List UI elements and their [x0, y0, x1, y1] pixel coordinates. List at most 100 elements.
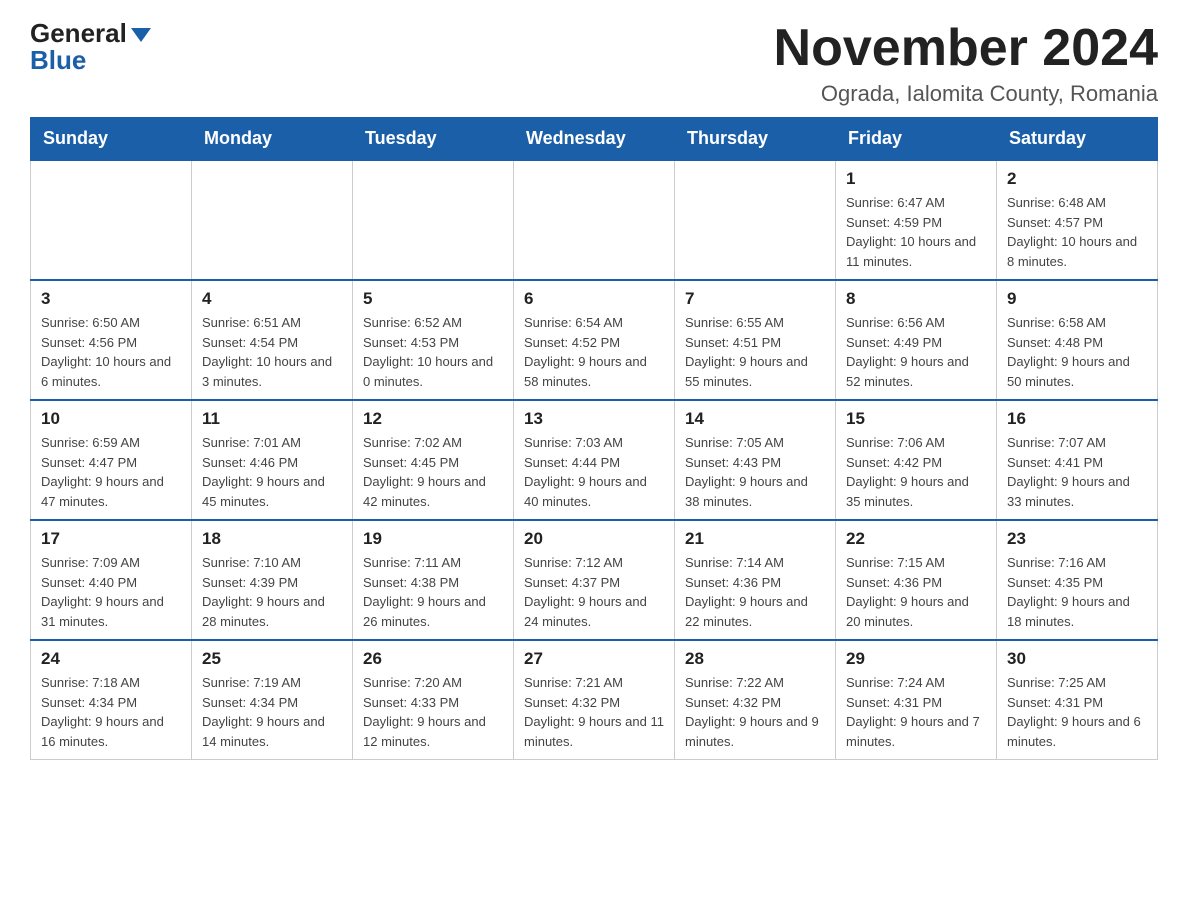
day-number: 7	[685, 289, 825, 309]
day-number: 9	[1007, 289, 1147, 309]
table-row: 27 Sunrise: 7:21 AM Sunset: 4:32 PM Dayli…	[514, 640, 675, 760]
day-number: 2	[1007, 169, 1147, 189]
day-number: 4	[202, 289, 342, 309]
day-info: Sunrise: 7:11 AM Sunset: 4:38 PM Dayligh…	[363, 553, 503, 631]
day-info: Sunrise: 6:55 AM Sunset: 4:51 PM Dayligh…	[685, 313, 825, 391]
table-row	[31, 160, 192, 280]
col-monday: Monday	[192, 118, 353, 161]
table-row: 9 Sunrise: 6:58 AM Sunset: 4:48 PM Daylig…	[997, 280, 1158, 400]
table-row: 2 Sunrise: 6:48 AM Sunset: 4:57 PM Daylig…	[997, 160, 1158, 280]
calendar-header-row: Sunday Monday Tuesday Wednesday Thursday…	[31, 118, 1158, 161]
day-number: 8	[846, 289, 986, 309]
table-row: 3Sunrise: 6:50 AM Sunset: 4:56 PM Daylig…	[31, 280, 192, 400]
table-row: 14 Sunrise: 7:05 AM Sunset: 4:43 PM Dayli…	[675, 400, 836, 520]
day-info: Sunrise: 7:18 AM Sunset: 4:34 PM Dayligh…	[41, 673, 181, 751]
table-row: 10 Sunrise: 6:59 AM Sunset: 4:47 PM Dayli…	[31, 400, 192, 520]
day-number: 12	[363, 409, 503, 429]
day-info: Sunrise: 6:51 AM Sunset: 4:54 PM Dayligh…	[202, 313, 342, 391]
day-number: 24	[41, 649, 181, 669]
col-thursday: Thursday	[675, 118, 836, 161]
table-row	[192, 160, 353, 280]
day-info: Sunrise: 7:05 AM Sunset: 4:43 PM Dayligh…	[685, 433, 825, 511]
day-info: Sunrise: 7:16 AM Sunset: 4:35 PM Dayligh…	[1007, 553, 1147, 631]
day-info: Sunrise: 7:21 AM Sunset: 4:32 PM Dayligh…	[524, 673, 664, 751]
calendar-week-row: 10 Sunrise: 6:59 AM Sunset: 4:47 PM Dayli…	[31, 400, 1158, 520]
day-info: Sunrise: 6:48 AM Sunset: 4:57 PM Dayligh…	[1007, 193, 1147, 271]
day-info: Sunrise: 7:07 AM Sunset: 4:41 PM Dayligh…	[1007, 433, 1147, 511]
table-row: 22 Sunrise: 7:15 AM Sunset: 4:36 PM Dayli…	[836, 520, 997, 640]
col-wednesday: Wednesday	[514, 118, 675, 161]
table-row: 21 Sunrise: 7:14 AM Sunset: 4:36 PM Dayli…	[675, 520, 836, 640]
day-info: Sunrise: 6:47 AM Sunset: 4:59 PM Dayligh…	[846, 193, 986, 271]
day-info: Sunrise: 7:19 AM Sunset: 4:34 PM Dayligh…	[202, 673, 342, 751]
day-number: 26	[363, 649, 503, 669]
table-row: 29 Sunrise: 7:24 AM Sunset: 4:31 PM Dayli…	[836, 640, 997, 760]
calendar-week-row: 1 Sunrise: 6:47 AM Sunset: 4:59 PM Daylig…	[31, 160, 1158, 280]
table-row: 8 Sunrise: 6:56 AM Sunset: 4:49 PM Daylig…	[836, 280, 997, 400]
logo-blue: Blue	[30, 45, 86, 75]
day-info: Sunrise: 7:03 AM Sunset: 4:44 PM Dayligh…	[524, 433, 664, 511]
day-info: Sunrise: 7:01 AM Sunset: 4:46 PM Dayligh…	[202, 433, 342, 511]
day-info: Sunrise: 7:09 AM Sunset: 4:40 PM Dayligh…	[41, 553, 181, 631]
title-block: November 2024 Ograda, Ialomita County, R…	[774, 20, 1158, 107]
day-info: Sunrise: 7:02 AM Sunset: 4:45 PM Dayligh…	[363, 433, 503, 511]
day-number: 6	[524, 289, 664, 309]
day-number: 17	[41, 529, 181, 549]
day-info: Sunrise: 6:56 AM Sunset: 4:49 PM Dayligh…	[846, 313, 986, 391]
day-info: Sunrise: 6:54 AM Sunset: 4:52 PM Dayligh…	[524, 313, 664, 391]
table-row: 13 Sunrise: 7:03 AM Sunset: 4:44 PM Dayli…	[514, 400, 675, 520]
day-info: Sunrise: 7:24 AM Sunset: 4:31 PM Dayligh…	[846, 673, 986, 751]
logo-general: General	[30, 18, 151, 48]
day-info: Sunrise: 6:52 AM Sunset: 4:53 PM Dayligh…	[363, 313, 503, 391]
day-number: 23	[1007, 529, 1147, 549]
col-saturday: Saturday	[997, 118, 1158, 161]
table-row: 25Sunrise: 7:19 AM Sunset: 4:34 PM Dayli…	[192, 640, 353, 760]
logo-text: General	[30, 20, 151, 47]
day-number: 15	[846, 409, 986, 429]
day-info: Sunrise: 6:58 AM Sunset: 4:48 PM Dayligh…	[1007, 313, 1147, 391]
day-info: Sunrise: 7:22 AM Sunset: 4:32 PM Dayligh…	[685, 673, 825, 751]
table-row: 11Sunrise: 7:01 AM Sunset: 4:46 PM Dayli…	[192, 400, 353, 520]
logo-triangle-icon	[131, 28, 151, 42]
day-info: Sunrise: 7:15 AM Sunset: 4:36 PM Dayligh…	[846, 553, 986, 631]
col-friday: Friday	[836, 118, 997, 161]
logo: General Blue	[30, 20, 151, 74]
page-header: General Blue November 2024 Ograda, Ialom…	[30, 20, 1158, 107]
day-info: Sunrise: 7:12 AM Sunset: 4:37 PM Dayligh…	[524, 553, 664, 631]
col-tuesday: Tuesday	[353, 118, 514, 161]
logo-blue-text: Blue	[30, 47, 86, 74]
day-info: Sunrise: 7:14 AM Sunset: 4:36 PM Dayligh…	[685, 553, 825, 631]
day-info: Sunrise: 7:10 AM Sunset: 4:39 PM Dayligh…	[202, 553, 342, 631]
day-number: 22	[846, 529, 986, 549]
table-row: 6 Sunrise: 6:54 AM Sunset: 4:52 PM Daylig…	[514, 280, 675, 400]
table-row	[675, 160, 836, 280]
table-row: 7 Sunrise: 6:55 AM Sunset: 4:51 PM Daylig…	[675, 280, 836, 400]
location-subtitle: Ograda, Ialomita County, Romania	[774, 81, 1158, 107]
day-number: 28	[685, 649, 825, 669]
table-row: 12 Sunrise: 7:02 AM Sunset: 4:45 PM Dayli…	[353, 400, 514, 520]
table-row: 5Sunrise: 6:52 AM Sunset: 4:53 PM Daylig…	[353, 280, 514, 400]
day-info: Sunrise: 6:59 AM Sunset: 4:47 PM Dayligh…	[41, 433, 181, 511]
day-number: 27	[524, 649, 664, 669]
table-row: 4 Sunrise: 6:51 AM Sunset: 4:54 PM Daylig…	[192, 280, 353, 400]
day-number: 29	[846, 649, 986, 669]
day-info: Sunrise: 7:20 AM Sunset: 4:33 PM Dayligh…	[363, 673, 503, 751]
calendar-table: Sunday Monday Tuesday Wednesday Thursday…	[30, 117, 1158, 760]
day-info: Sunrise: 6:50 AM Sunset: 4:56 PM Dayligh…	[41, 313, 181, 391]
table-row: 20 Sunrise: 7:12 AM Sunset: 4:37 PM Dayli…	[514, 520, 675, 640]
day-number: 20	[524, 529, 664, 549]
calendar-week-row: 17 Sunrise: 7:09 AM Sunset: 4:40 PM Dayli…	[31, 520, 1158, 640]
day-number: 10	[41, 409, 181, 429]
day-number: 16	[1007, 409, 1147, 429]
day-number: 1	[846, 169, 986, 189]
table-row: 19 Sunrise: 7:11 AM Sunset: 4:38 PM Dayli…	[353, 520, 514, 640]
day-number: 21	[685, 529, 825, 549]
day-number: 13	[524, 409, 664, 429]
day-number: 30	[1007, 649, 1147, 669]
table-row: 23 Sunrise: 7:16 AM Sunset: 4:35 PM Dayli…	[997, 520, 1158, 640]
day-info: Sunrise: 7:25 AM Sunset: 4:31 PM Dayligh…	[1007, 673, 1147, 751]
table-row: 30 Sunrise: 7:25 AM Sunset: 4:31 PM Dayli…	[997, 640, 1158, 760]
day-number: 19	[363, 529, 503, 549]
day-number: 14	[685, 409, 825, 429]
day-number: 18	[202, 529, 342, 549]
